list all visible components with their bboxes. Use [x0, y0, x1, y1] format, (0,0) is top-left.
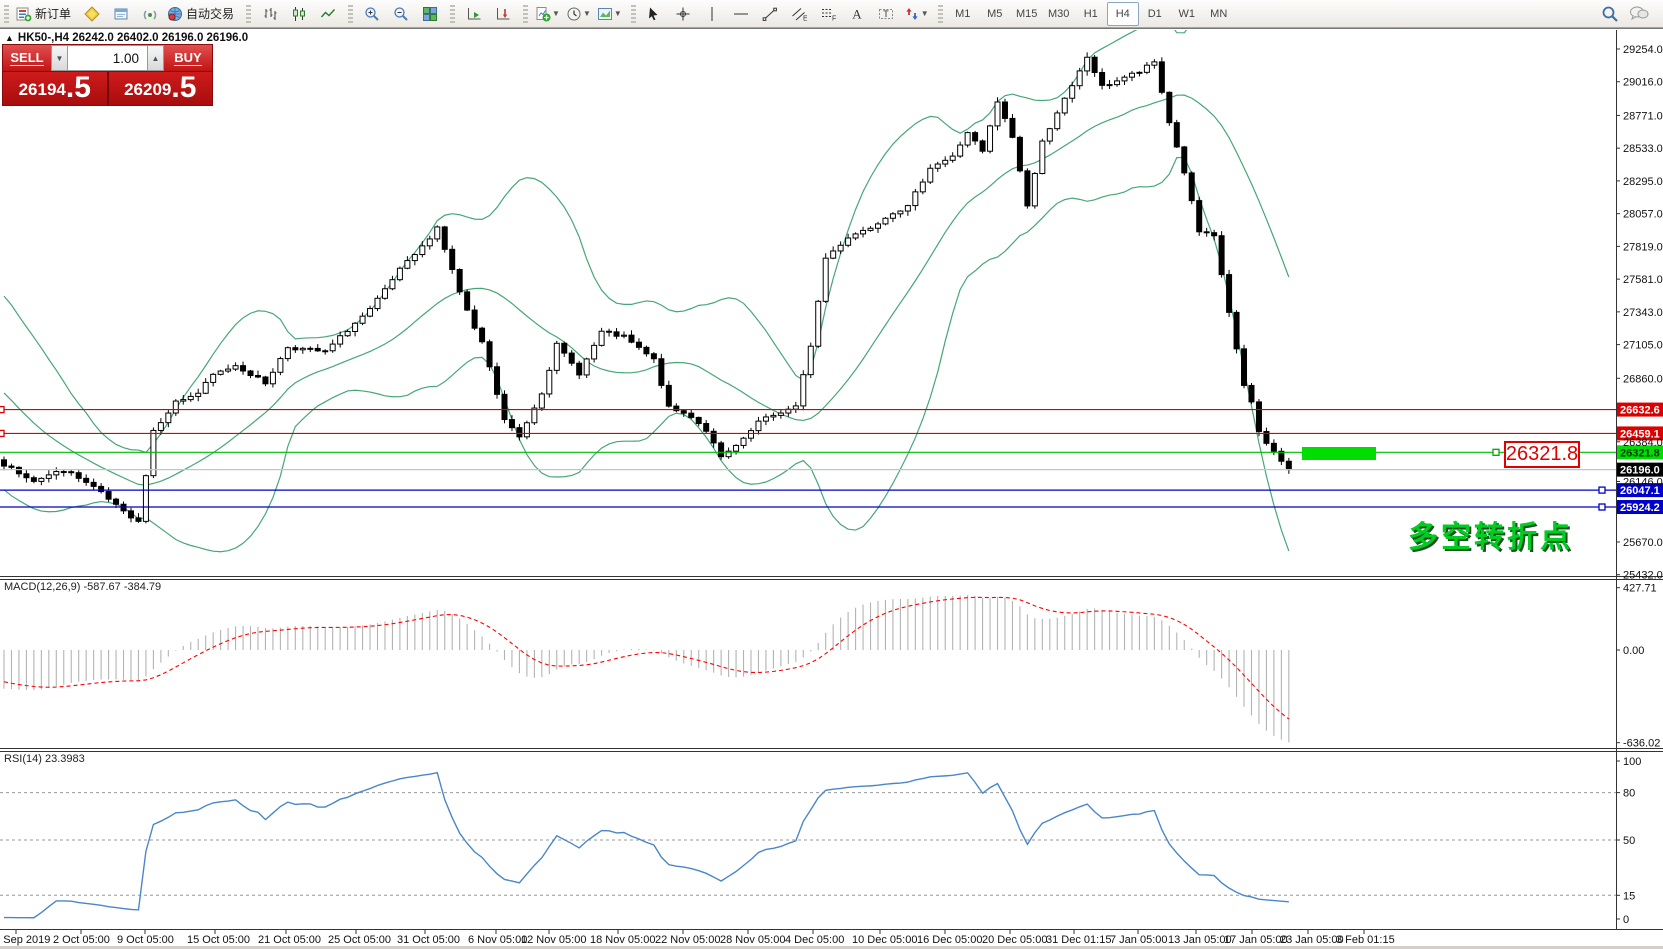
- price-tick-label: 28533.0: [1623, 143, 1663, 155]
- time-tick-label: 25 Sep 2019: [0, 934, 50, 946]
- price-tick-label: 28771.0: [1623, 110, 1663, 122]
- rsi-axis[interactable]: 100 80 50 15 0: [1616, 756, 1641, 926]
- macd-tick-label: 0.00: [1623, 645, 1644, 657]
- time-tick-label: 2 Oct 05:00: [53, 934, 110, 946]
- time-tick-label: 18 Nov 05:00: [590, 934, 655, 946]
- price-tick-label: 27105.0: [1623, 340, 1663, 352]
- macd-indicator-label: MACD(12,26,9) -587.67 -384.79: [4, 581, 161, 593]
- price-tick-label: 26384.0: [1623, 437, 1663, 449]
- line-anchor-marker[interactable]: [1599, 504, 1605, 510]
- time-tick-label: 23 Jan 05:00: [1280, 934, 1344, 946]
- bollinger-middle-line: [4, 95, 1289, 485]
- rsi-tick-label: 100: [1623, 756, 1641, 768]
- time-tick-label: 4 Dec 05:00: [785, 934, 844, 946]
- macd-signal-line: [4, 597, 1289, 719]
- time-tick-label: 10 Dec 05:00: [852, 934, 917, 946]
- buy-price[interactable]: 26209.5: [109, 72, 213, 105]
- time-axis[interactable]: 25 Sep 20192 Oct 05:00 9 Oct 05:00 15 Oct …: [0, 929, 1395, 946]
- time-tick-label: 15 Oct 05:00: [187, 934, 250, 946]
- macd-axis[interactable]: 427.71 0.00 -636.02: [1616, 583, 1660, 750]
- price-tick-label: 26146.0: [1623, 477, 1663, 489]
- price-tick-label: 26860.0: [1623, 373, 1663, 385]
- rsi-line: [4, 773, 1289, 918]
- price-tick-label: 28057.0: [1623, 209, 1663, 221]
- turning-point-annotation[interactable]: 多空转折点: [1408, 512, 1573, 556]
- price-tick-label: 25670.0: [1623, 537, 1663, 549]
- line-anchor-marker[interactable]: [0, 407, 4, 413]
- macd-tick-label: -636.02: [1623, 738, 1660, 750]
- price-tick-label: 27581.0: [1623, 274, 1663, 286]
- line-anchor-marker[interactable]: [1599, 487, 1605, 493]
- time-tick-label: 31 Oct 05:00: [397, 934, 460, 946]
- chart-title-text: HK50-,H4 26242.0 26402.0 26196.0 26196.0: [18, 32, 248, 44]
- time-tick-label: 3 Feb 01:15: [1336, 934, 1395, 946]
- macd-tick-label: 427.71: [1623, 583, 1657, 595]
- time-tick-label: 6 Nov 05:00: [468, 934, 527, 946]
- mt4-window: 新订单自动交易▼▼▼EFAT▼M1M5M15M30H1H4D1W1MN 2663…: [0, 0, 1663, 949]
- volume-increase-button[interactable]: ▲: [147, 45, 164, 71]
- rsi-tick-label: 15: [1623, 890, 1635, 902]
- sell-price[interactable]: 26194.5: [3, 72, 109, 105]
- time-tick-label: 12 Nov 05:00: [521, 934, 586, 946]
- chart-frame: [0, 29, 1663, 930]
- chart-surface[interactable]: 26632.626459.126321.826196.026047.125924…: [0, 0, 1663, 949]
- rsi-tick-label: 80: [1623, 788, 1635, 800]
- volume-input[interactable]: 1.00: [68, 45, 147, 71]
- time-tick-label: 7 Jan 05:00: [1110, 934, 1168, 946]
- rsi-tick-label: 50: [1623, 835, 1635, 847]
- time-tick-label: 17 Jan 05:00: [1224, 934, 1288, 946]
- price-tick-label: 27343.0: [1623, 307, 1663, 319]
- price-tick-label: 29254.0: [1623, 44, 1663, 56]
- price-tag-label: 25924.2: [1620, 502, 1660, 514]
- buy-button[interactable]: BUY: [164, 45, 212, 71]
- volume-decrease-button[interactable]: ▼: [51, 45, 68, 71]
- green-highlight-bar[interactable]: [1302, 447, 1376, 460]
- sell-button[interactable]: SELL: [3, 45, 51, 71]
- rsi-panel: [0, 773, 1616, 918]
- price-tick-label: 28295.0: [1623, 176, 1663, 188]
- time-tick-label: 22 Nov 05:00: [655, 934, 720, 946]
- time-tick-label: 13 Jan 05:00: [1168, 934, 1232, 946]
- time-tick-label: 31 Dec 01:15: [1046, 934, 1111, 946]
- line-anchor-marker[interactable]: [0, 430, 4, 436]
- level-lines: 26632.626459.126321.826196.026047.125924…: [0, 403, 1663, 514]
- line-anchor-marker[interactable]: [1493, 449, 1499, 455]
- time-tick-label: 9 Oct 05:00: [117, 934, 174, 946]
- one-click-trade-panel: SELL ▼ 1.00 ▲ BUY 26194.5 26209.5: [2, 44, 213, 106]
- rsi-indicator-label: RSI(14) 23.3983: [4, 753, 85, 765]
- macd-panel: [4, 595, 1289, 742]
- rsi-tick-label: 0: [1623, 914, 1629, 926]
- price-annotation-box[interactable]: 26321.8: [1504, 441, 1580, 468]
- time-tick-label: 25 Oct 05:00: [328, 934, 391, 946]
- time-tick-label: 28 Nov 05:00: [720, 934, 785, 946]
- price-tick-label: 29016.0: [1623, 77, 1663, 89]
- time-tick-label: 16 Dec 05:00: [917, 934, 982, 946]
- chart-title: ▲ HK50-,H4 26242.0 26402.0 26196.0 26196.…: [5, 32, 248, 44]
- time-tick-label: 21 Oct 05:00: [258, 934, 321, 946]
- price-tag-label: 26632.6: [1620, 405, 1660, 417]
- time-tick-label: 20 Dec 05:00: [982, 934, 1047, 946]
- price-tick-label: 25432.0: [1623, 570, 1663, 582]
- price-tag-label: 26321.8: [1620, 447, 1660, 459]
- price-tick-label: 27819.0: [1623, 241, 1663, 253]
- price-tag-label: 26196.0: [1620, 465, 1660, 477]
- collapse-arrow-icon[interactable]: ▲: [5, 33, 14, 43]
